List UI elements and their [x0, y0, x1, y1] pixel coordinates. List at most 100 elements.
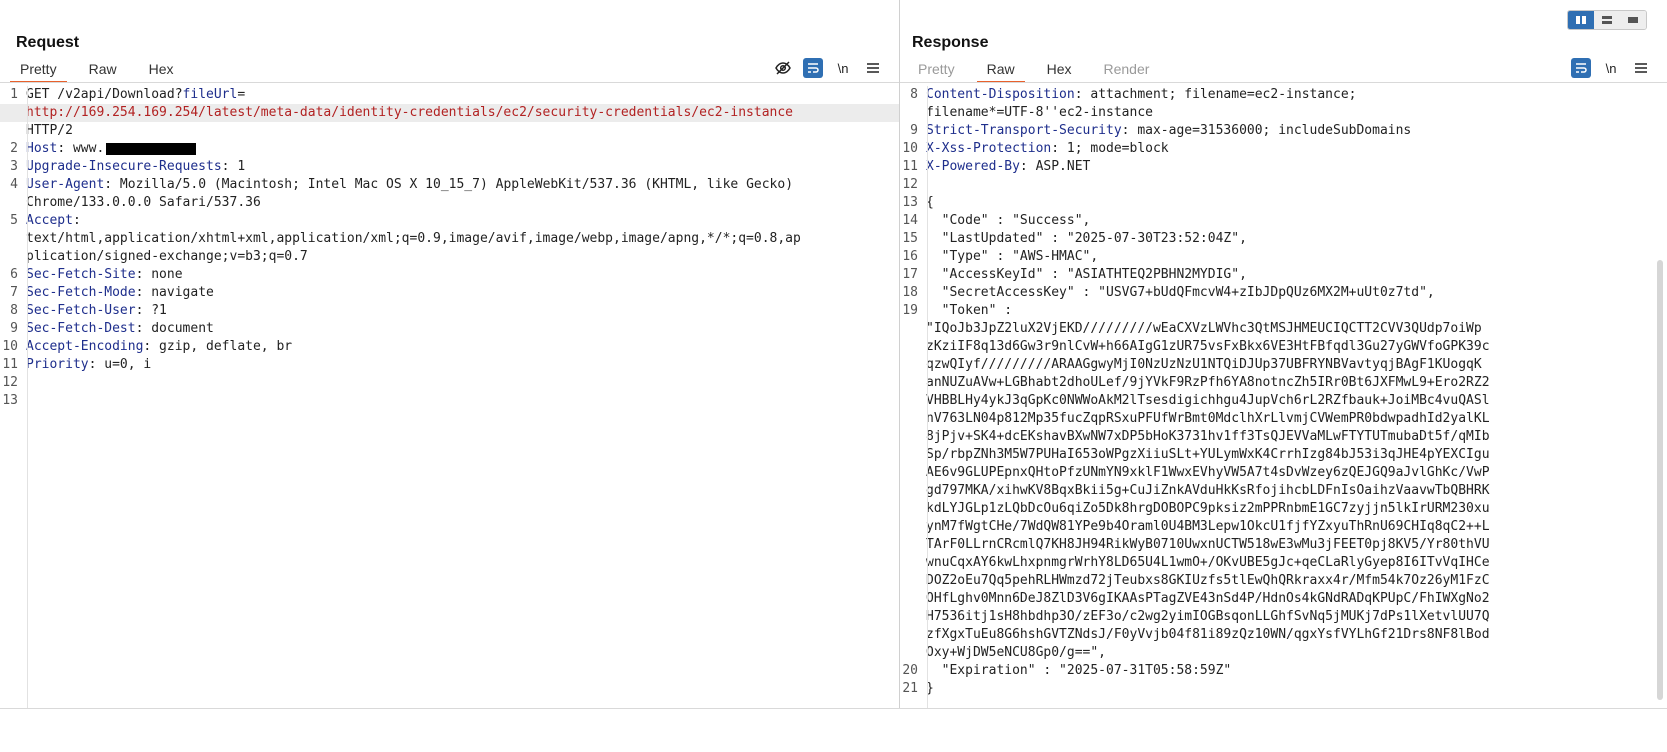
line-number: 3 [10, 159, 18, 174]
tab-hex[interactable]: Hex [1047, 61, 1072, 83]
code-segment: "Code" : "Success", [926, 213, 1091, 228]
request-editor[interactable]: 1 GET /v2api/Download?fileUrl= http://169.… [0, 86, 899, 708]
layout-split-icon[interactable] [1568, 11, 1594, 29]
code-segment: "IQoJb3JpZ2luX2VjEKD/////////wEaCXVzLWVh… [926, 321, 1482, 336]
code-segment: "Expiration" : "2025-07-31T05:58:59Z" [926, 663, 1232, 678]
line-number: 11 [902, 159, 918, 174]
wrap-icon[interactable] [803, 58, 823, 78]
code-text: kdLYJGLp1zLQbDcOu6qiZo5Dk8hrgDOBOPC9pksi… [926, 500, 1667, 518]
header-name: Content-Disposition [926, 87, 1075, 102]
code-line: http://169.254.169.254/latest/meta-data/… [0, 104, 899, 122]
tab-render[interactable]: Render [1104, 61, 1150, 83]
line-number [900, 626, 926, 644]
code-text: DOZ2oEu7Qq5pehRLHWmzd72jTeubxs8GKIUzfs5t… [926, 572, 1667, 590]
tab-raw[interactable]: Raw [89, 61, 117, 83]
code-text: nV763LN04p812Mp35fucZqpRSxuPFUfWrBmt0Mdc… [926, 410, 1667, 428]
code-text: Sec-Fetch-Dest: document [26, 320, 899, 338]
code-text: Chrome/133.0.0.0 Safari/537.36 [26, 194, 899, 212]
wrap-icon[interactable] [1571, 58, 1591, 78]
menu-icon[interactable] [1631, 58, 1651, 78]
code-text: Sp/rbpZNh3M5W7PUHaI653oWPgzXiiuSLt+YULym… [926, 446, 1667, 464]
layout-single-icon[interactable] [1620, 11, 1646, 29]
code-segment: OHfLghv0Mnn6DeJ8ZlD3V6gIKAAsPTagZVE43nSd… [926, 591, 1490, 606]
code-line: Oxy+WjDW5eNCU8Gp0/g==", [900, 644, 1667, 662]
eye-off-icon[interactable] [773, 58, 793, 78]
tab-pretty[interactable]: Pretty [10, 61, 67, 83]
vertical-scrollbar[interactable] [1657, 260, 1663, 700]
line-number [900, 554, 926, 572]
line-number [900, 320, 926, 338]
code-line: 5 Accept: [0, 212, 899, 230]
request-tab-divider [0, 82, 899, 83]
bottom-area [0, 708, 1667, 752]
line-number [900, 644, 926, 662]
code-line: AE6v9GLUPEpnxQHtoPfzUNmYN9xklF1WwxEVhyVW… [900, 464, 1667, 482]
code-text: AE6v9GLUPEpnxQHtoPfzUNmYN9xklF1WwxEVhyVW… [926, 464, 1667, 482]
code-text: ynM7fWgtCHe/7WdQW81YPe9b4Oraml0U4BM3Lepw… [926, 518, 1667, 536]
newline-icon[interactable]: \n [833, 58, 853, 78]
header-name: Sec-Fetch-Site [26, 267, 136, 282]
code-line: 18 "SecretAccessKey" : "USVG7+bUdQFmcvW4… [900, 284, 1667, 302]
line-number [900, 500, 926, 518]
code-text: plication/signed-exchange;v=b3;q=0.7 [26, 248, 899, 266]
code-segment: Sp/rbpZNh3M5W7PUHaI653oWPgzXiiuSLt+YULym… [926, 447, 1490, 462]
code-line: 20 "Expiration" : "2025-07-31T05:58:59Z" [900, 662, 1667, 680]
gutter-divider [927, 86, 928, 708]
code-line: Sp/rbpZNh3M5W7PUHaI653oWPgzXiiuSLt+YULym… [900, 446, 1667, 464]
code-segment: : www. [57, 141, 105, 156]
line-number [900, 104, 926, 122]
code-line: ynM7fWgtCHe/7WdQW81YPe9b4Oraml0U4BM3Lepw… [900, 518, 1667, 536]
code-segment: "SecretAccessKey" : "USVG7+bUdQFmcvW4+zI… [926, 285, 1435, 300]
code-line: 16 "Type" : "AWS-HMAC", [900, 248, 1667, 266]
response-editor[interactable]: 8 Content-Disposition: attachment; filena… [900, 86, 1667, 708]
line-number [900, 338, 926, 356]
tab-raw[interactable]: Raw [976, 61, 1025, 83]
code-segment: : Mozilla/5.0 (Macintosh; Intel Mac OS X… [104, 177, 794, 192]
line-number: 5 [10, 213, 18, 228]
line-number: 6 [10, 267, 18, 282]
code-segment: DOZ2oEu7Qq5pehRLHWmzd72jTeubxs8GKIUzfs5t… [926, 573, 1490, 588]
code-line: HTTP/2 [0, 122, 899, 140]
code-text: "Expiration" : "2025-07-31T05:58:59Z" [926, 662, 1667, 680]
code-line: 11 Priority: u=0, i [0, 356, 899, 374]
code-segment: : u=0, i [88, 357, 152, 372]
line-number: 2 [10, 141, 18, 156]
code-text: User-Agent: Mozilla/5.0 (Macintosh; Inte… [26, 176, 899, 194]
request-title: Request [16, 34, 80, 51]
line-number: 4 [10, 177, 18, 192]
code-line: 4 User-Agent: Mozilla/5.0 (Macintosh; Int… [0, 176, 899, 194]
tab-pretty[interactable]: Pretty [918, 61, 955, 83]
header-name: Accept [26, 213, 73, 228]
code-line: Chrome/133.0.0.0 Safari/537.36 [0, 194, 899, 212]
code-text: X-Xss-Protection: 1; mode=block [926, 140, 1667, 158]
line-number [900, 356, 926, 374]
code-text: TArF0LLrnCRcmlQ7KH8JH94RikWyB0710UwxnUCT… [926, 536, 1667, 554]
newline-icon[interactable]: \n [1601, 58, 1621, 78]
code-text: } [926, 680, 1667, 698]
code-line: VHBBLHy4ykJ3qGpKc0NWWoAkM2lTsesdigichhgu… [900, 392, 1667, 410]
code-segment: : 1 [221, 159, 246, 174]
request-pane: Request Pretty Raw Hex \n 1 GET /v2api/Do… [0, 0, 900, 708]
code-text: "Token" : [926, 302, 1667, 320]
line-number [900, 590, 926, 608]
response-pane: Response Pretty Raw Hex Render \n 8 Conte… [900, 0, 1667, 708]
header-name: fileUrl [182, 87, 238, 102]
header-name: Priority [26, 357, 89, 372]
line-number: 17 [902, 267, 918, 282]
code-text: Oxy+WjDW5eNCU8Gp0/g==", [926, 644, 1667, 662]
line-number [900, 464, 926, 482]
layout-horizontal-icon[interactable] [1594, 11, 1620, 29]
code-text: filename*=UTF-8''ec2-instance [926, 104, 1667, 122]
code-text: Content-Disposition: attachment; filenam… [926, 86, 1667, 104]
code-line: kdLYJGLp1zLQbDcOu6qiZo5Dk8hrgDOBOPC9pksi… [900, 500, 1667, 518]
line-number [900, 374, 926, 392]
menu-icon[interactable] [863, 58, 883, 78]
code-text: Sec-Fetch-Mode: navigate [26, 284, 899, 302]
code-text: Sec-Fetch-Site: none [26, 266, 899, 284]
tab-hex[interactable]: Hex [149, 61, 174, 83]
header-name: X-Xss-Protection [926, 141, 1052, 156]
code-line: 11 X-Powered-By: ASP.NET [900, 158, 1667, 176]
code-segment: "Token" : [926, 303, 1013, 318]
header-name: Accept-Encoding [26, 339, 144, 354]
code-line: DOZ2oEu7Qq5pehRLHWmzd72jTeubxs8GKIUzfs5t… [900, 572, 1667, 590]
